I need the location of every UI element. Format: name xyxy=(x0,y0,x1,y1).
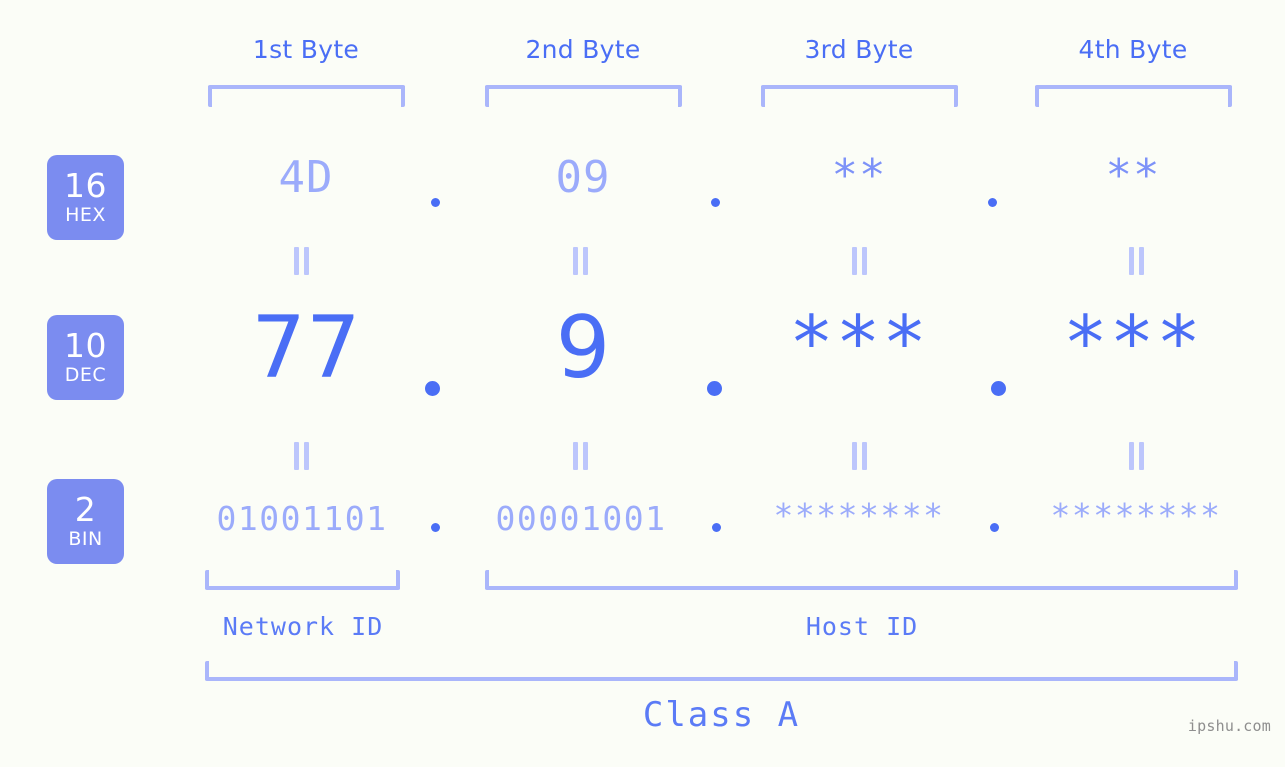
radix-badge-bin-name: BIN xyxy=(68,528,103,550)
equals-sign-dec-bin-1 xyxy=(293,442,311,470)
radix-badge-hex-number: 16 xyxy=(64,166,107,205)
byte-bracket-1 xyxy=(208,85,405,107)
bin-value-byte-2: 00001001 xyxy=(495,499,667,538)
byte-header-2: 2nd Byte xyxy=(525,35,641,64)
dec-value-byte-2: 9 xyxy=(555,298,611,398)
dec-dot-separator-3 xyxy=(991,381,1006,396)
radix-badge-bin: 2 BIN xyxy=(47,479,124,564)
radix-badge-dec: 10 DEC xyxy=(47,315,124,400)
byte-header-1: 1st Byte xyxy=(252,35,360,64)
dec-value-byte-1: 77 xyxy=(251,298,361,398)
dec-value-byte-4: *** xyxy=(1063,300,1203,386)
radix-badge-hex: 16 HEX xyxy=(47,155,124,240)
bin-value-byte-3: ******** xyxy=(773,496,945,535)
hex-value-byte-3: ** xyxy=(831,150,887,201)
radix-badge-dec-number: 10 xyxy=(64,326,107,365)
radix-badge-hex-name: HEX xyxy=(65,204,106,226)
bin-dot-separator-2 xyxy=(712,523,721,532)
equals-sign-dec-bin-2 xyxy=(572,442,590,470)
bin-dot-separator-3 xyxy=(990,523,999,532)
hex-dot-separator-2 xyxy=(711,198,720,207)
hex-value-byte-2: 09 xyxy=(555,152,611,203)
bin-value-byte-4: ******** xyxy=(1050,496,1222,535)
equals-sign-hex-dec-4 xyxy=(1128,247,1146,275)
network-id-bracket xyxy=(205,570,400,590)
class-label: Class A xyxy=(642,695,801,735)
network-id-label: Network ID xyxy=(222,612,384,641)
dec-value-byte-3: *** xyxy=(789,300,929,386)
byte-bracket-2 xyxy=(485,85,682,107)
class-bracket xyxy=(205,661,1238,681)
equals-sign-hex-dec-1 xyxy=(293,247,311,275)
ip-address-breakdown-diagram: 1st Byte 2nd Byte 3rd Byte 4th Byte 16 H… xyxy=(0,0,1285,767)
equals-sign-dec-bin-4 xyxy=(1128,442,1146,470)
byte-header-3: 3rd Byte xyxy=(804,35,914,64)
equals-sign-hex-dec-2 xyxy=(572,247,590,275)
radix-badge-bin-number: 2 xyxy=(74,490,97,529)
bin-dot-separator-1 xyxy=(431,523,440,532)
host-id-bracket xyxy=(485,570,1238,590)
equals-sign-dec-bin-3 xyxy=(851,442,869,470)
equals-sign-hex-dec-3 xyxy=(851,247,869,275)
hex-value-byte-4: ** xyxy=(1105,150,1161,201)
site-watermark: ipshu.com xyxy=(1187,717,1271,735)
byte-bracket-3 xyxy=(761,85,958,107)
hex-value-byte-1: 4D xyxy=(278,152,334,203)
dec-dot-separator-2 xyxy=(707,381,722,396)
hex-dot-separator-3 xyxy=(988,198,997,207)
dec-dot-separator-1 xyxy=(425,381,440,396)
byte-bracket-4 xyxy=(1035,85,1232,107)
radix-badge-dec-name: DEC xyxy=(64,364,107,386)
host-id-label: Host ID xyxy=(805,612,919,641)
hex-dot-separator-1 xyxy=(431,198,440,207)
byte-header-4: 4th Byte xyxy=(1078,35,1188,64)
bin-value-byte-1: 01001101 xyxy=(216,499,388,538)
